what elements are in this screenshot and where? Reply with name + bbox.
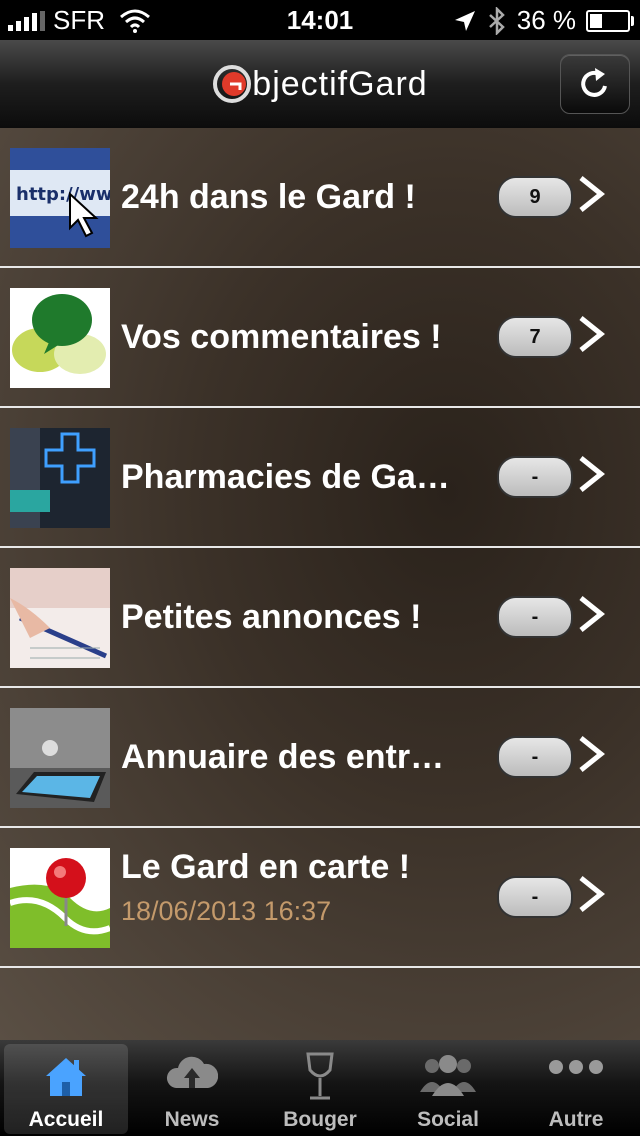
location-arrow-icon [454, 10, 475, 31]
list-item-title: Vos commentaires ! [121, 318, 442, 356]
tab-news[interactable]: News [130, 1044, 254, 1134]
chevron-right-icon [579, 736, 606, 772]
map-pin-thumbnail [10, 848, 110, 948]
chevron-right-icon [579, 316, 606, 352]
tab-label: Autre [548, 1108, 604, 1131]
count-badge: 7 [497, 316, 573, 358]
refresh-icon [581, 68, 607, 97]
people-icon [420, 1055, 476, 1096]
more-dots-icon [549, 1060, 603, 1074]
http-link-thumbnail: http://ww [10, 148, 110, 248]
battery-percent: 36 % [516, 5, 576, 35]
chevron-right-icon [579, 176, 606, 212]
list-item[interactable]: Le Gard en carte ! 18/06/2013 16:37 - [0, 828, 640, 968]
list-item[interactable]: Vos commentaires ! 7 [0, 268, 640, 408]
logo-text: bjectifGard [252, 64, 428, 103]
app-logo: bjectifGard [0, 64, 640, 104]
battery-fill [590, 13, 602, 28]
list-item-timestamp: 18/06/2013 16:37 [121, 896, 332, 926]
list-item[interactable]: Petites annonces ! - [0, 548, 640, 688]
wine-glass-icon [306, 1052, 334, 1100]
tab-accueil[interactable]: Accueil [4, 1044, 128, 1134]
chevron-right-icon [579, 456, 606, 492]
bluetooth-icon [488, 6, 505, 35]
chevron-right-icon [579, 596, 606, 632]
logo-g-icon [213, 65, 252, 103]
count-badge: - [497, 596, 573, 638]
chevron-right-icon [579, 876, 606, 912]
tab-bouger[interactable]: Bouger [258, 1044, 382, 1134]
count-badge: - [497, 876, 573, 918]
tab-autre[interactable]: Autre [514, 1044, 638, 1134]
cloud-upload-icon [167, 1056, 218, 1088]
battery-icon [586, 9, 634, 32]
list-item[interactable]: http://ww 24h dans le Gard ! 9 [0, 128, 640, 268]
navigation-bar: bjectifGard [0, 40, 640, 129]
list-item-title: Annuaire des entr… [121, 738, 445, 776]
home-list: http://ww 24h dans le Gard ! 9 Vos comme… [0, 128, 640, 1040]
list-item-title: 24h dans le Gard ! [121, 178, 416, 216]
list-item[interactable]: Pharmacies de Ga… - [0, 408, 640, 548]
list-item-title: Petites annonces ! [121, 598, 422, 636]
tab-label: Bouger [283, 1108, 357, 1131]
speech-bubbles-thumbnail [10, 288, 110, 388]
tab-bar: Accueil News Bouger Social Autre [0, 1040, 640, 1136]
status-bar: SFR 14:01 36 % [0, 0, 640, 40]
list-item-title: Le Gard en carte ! [121, 848, 411, 886]
tab-social[interactable]: Social [386, 1044, 510, 1134]
count-badge: - [497, 456, 573, 498]
tablet-business-thumbnail [10, 708, 110, 808]
refresh-button[interactable] [560, 54, 630, 114]
tab-label: Accueil [28, 1108, 104, 1131]
tab-label: News [164, 1108, 220, 1131]
count-badge: 9 [497, 176, 573, 218]
svg-text:http://ww: http://ww [16, 184, 110, 205]
status-right: 36 % [453, 5, 634, 36]
pharmacy-cross-thumbnail [10, 428, 110, 528]
tab-label: Social [417, 1108, 479, 1131]
home-icon [46, 1058, 86, 1096]
count-badge: - [497, 736, 573, 778]
list-item[interactable]: Annuaire des entr… - [0, 688, 640, 828]
list-item-title: Pharmacies de Ga… [121, 458, 450, 496]
pen-writing-thumbnail [10, 568, 110, 668]
